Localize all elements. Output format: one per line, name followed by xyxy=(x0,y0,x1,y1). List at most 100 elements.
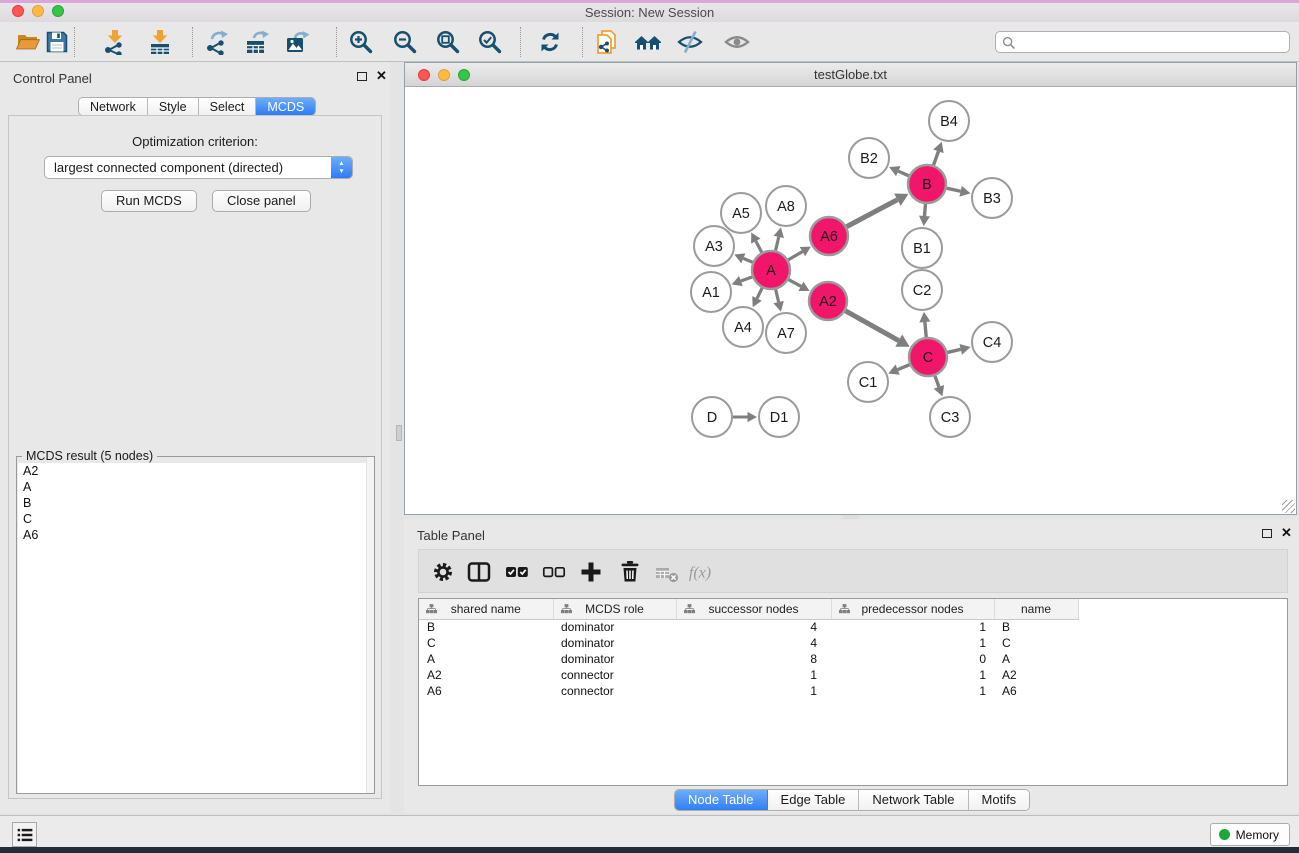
result-list-scrollbar[interactable] xyxy=(366,457,374,793)
table-row[interactable]: Cdominator41C xyxy=(419,635,1287,651)
table-cell[interactable]: 1 xyxy=(831,635,994,651)
table-cell[interactable]: dominator xyxy=(553,619,676,635)
network-zoom-button[interactable] xyxy=(458,69,470,81)
function-builder-icon[interactable]: f(x) xyxy=(687,556,719,588)
zoom-selected-icon[interactable] xyxy=(473,25,507,59)
mcds-result-item[interactable]: A xyxy=(18,479,374,495)
graph-node-A2[interactable]: A2 xyxy=(809,282,847,320)
save-session-icon[interactable] xyxy=(40,25,74,59)
zoom-fit-icon[interactable] xyxy=(431,25,465,59)
graph-node-C1[interactable]: C1 xyxy=(848,362,888,402)
graph-node-A5[interactable]: A5 xyxy=(721,193,761,233)
table-row[interactable]: A2connector11A2 xyxy=(419,667,1287,683)
graph-node-A6[interactable]: A6 xyxy=(810,217,848,255)
float-panel-icon[interactable] xyxy=(1262,529,1272,538)
gear-icon[interactable] xyxy=(427,556,459,588)
table-cell[interactable]: A xyxy=(419,651,553,667)
table-cell[interactable]: 1 xyxy=(831,667,994,683)
graph-node-D1[interactable]: D1 xyxy=(759,397,799,437)
split-columns-icon[interactable] xyxy=(463,556,495,588)
tab-edge-table[interactable]: Edge Table xyxy=(768,790,860,811)
tab-motifs[interactable]: Motifs xyxy=(969,790,1030,811)
table-cell[interactable]: connector xyxy=(553,683,676,699)
mcds-result-item[interactable]: A6 xyxy=(18,527,374,543)
table-cell[interactable]: A6 xyxy=(419,683,553,699)
zoom-in-icon[interactable] xyxy=(344,25,378,59)
graph-node-A7[interactable]: A7 xyxy=(766,313,806,353)
mcds-result-item[interactable]: C xyxy=(18,511,374,527)
graph-node-D[interactable]: D xyxy=(692,397,732,437)
minimize-window-button[interactable] xyxy=(32,5,44,17)
graph-node-C[interactable]: C xyxy=(909,338,947,376)
graph-node-B2[interactable]: B2 xyxy=(849,138,889,178)
add-column-icon[interactable] xyxy=(575,556,607,588)
unselect-all-columns-icon[interactable] xyxy=(538,556,570,588)
graph-node-A[interactable]: A xyxy=(752,251,790,289)
network-minimize-button[interactable] xyxy=(438,69,450,81)
tab-network-table[interactable]: Network Table xyxy=(859,790,968,811)
tab-node-table[interactable]: Node Table xyxy=(675,790,768,811)
close-window-button[interactable] xyxy=(12,5,24,17)
column-header-predecessor-nodes[interactable]: predecessor nodes xyxy=(831,599,994,619)
zoom-window-button[interactable] xyxy=(52,5,64,17)
select-all-columns-icon[interactable] xyxy=(501,556,533,588)
graph-node-A8[interactable]: A8 xyxy=(766,186,806,226)
table-cell[interactable]: 1 xyxy=(831,619,994,635)
vertical-splitter-handle[interactable] xyxy=(396,425,402,441)
graph-node-B4[interactable]: B4 xyxy=(929,101,969,141)
graph-node-A3[interactable]: A3 xyxy=(694,226,734,266)
graph-node-B[interactable]: B xyxy=(908,165,946,203)
new-network-from-file-icon[interactable] xyxy=(589,25,623,59)
graph-node-A1[interactable]: A1 xyxy=(691,272,731,312)
tab-mcds[interactable]: MCDS xyxy=(256,98,315,115)
table-cell[interactable]: A6 xyxy=(994,683,1078,699)
table-cell[interactable]: 1 xyxy=(831,683,994,699)
table-cell[interactable]: B xyxy=(419,619,553,635)
criterion-dropdown[interactable]: largest connected component (directed) ▲… xyxy=(44,156,353,179)
import-table-icon[interactable] xyxy=(143,25,177,59)
column-header-shared-name[interactable]: shared name xyxy=(419,599,553,619)
table-cell[interactable]: C xyxy=(419,635,553,651)
graph-node-B1[interactable]: B1 xyxy=(902,228,942,268)
run-mcds-button[interactable]: Run MCDS xyxy=(101,190,197,212)
delete-column-icon[interactable] xyxy=(614,556,646,588)
network-close-button[interactable] xyxy=(418,69,430,81)
mcds-result-item[interactable]: B xyxy=(18,495,374,511)
table-cell[interactable]: dominator xyxy=(553,635,676,651)
close-panel-icon[interactable]: ✕ xyxy=(376,68,387,84)
column-header-successor-nodes[interactable]: successor nodes xyxy=(676,599,831,619)
graph-node-A4[interactable]: A4 xyxy=(723,307,763,347)
close-panel-button[interactable]: Close panel xyxy=(212,190,311,212)
tab-network[interactable]: Network xyxy=(79,98,148,115)
graph-node-C3[interactable]: C3 xyxy=(930,397,970,437)
export-table-icon[interactable] xyxy=(241,25,275,59)
tab-select[interactable]: Select xyxy=(199,98,257,115)
table-cell[interactable]: 4 xyxy=(676,635,831,651)
graph-node-C2[interactable]: C2 xyxy=(902,270,942,310)
hide-selected-icon[interactable] xyxy=(673,25,707,59)
import-network-icon[interactable] xyxy=(98,25,132,59)
graph-node-C4[interactable]: C4 xyxy=(972,322,1012,362)
delete-table-icon[interactable] xyxy=(651,556,683,588)
table-cell[interactable]: 4 xyxy=(676,619,831,635)
refresh-icon[interactable] xyxy=(533,25,567,59)
table-cell[interactable]: A2 xyxy=(419,667,553,683)
table-cell[interactable]: A2 xyxy=(994,667,1078,683)
tab-style[interactable]: Style xyxy=(148,98,199,115)
table-cell[interactable]: 1 xyxy=(676,683,831,699)
table-cell[interactable]: B xyxy=(994,619,1078,635)
table-cell[interactable]: 0 xyxy=(831,651,994,667)
show-all-networks-icon[interactable] xyxy=(631,25,665,59)
column-header-name[interactable]: name xyxy=(994,599,1078,619)
column-header-MCDS-role[interactable]: MCDS role xyxy=(553,599,676,619)
table-cell[interactable]: 1 xyxy=(676,667,831,683)
table-row[interactable]: Adominator80A xyxy=(419,651,1287,667)
table-cell[interactable]: connector xyxy=(553,667,676,683)
task-history-button[interactable] xyxy=(12,822,37,847)
memory-button[interactable]: Memory xyxy=(1210,823,1290,846)
mcds-result-list[interactable]: A2ABCA6 xyxy=(18,463,374,793)
export-image-icon[interactable] xyxy=(281,25,315,59)
window-resize-grip[interactable] xyxy=(1282,500,1295,513)
export-network-icon[interactable] xyxy=(200,25,234,59)
table-cell[interactable]: 8 xyxy=(676,651,831,667)
